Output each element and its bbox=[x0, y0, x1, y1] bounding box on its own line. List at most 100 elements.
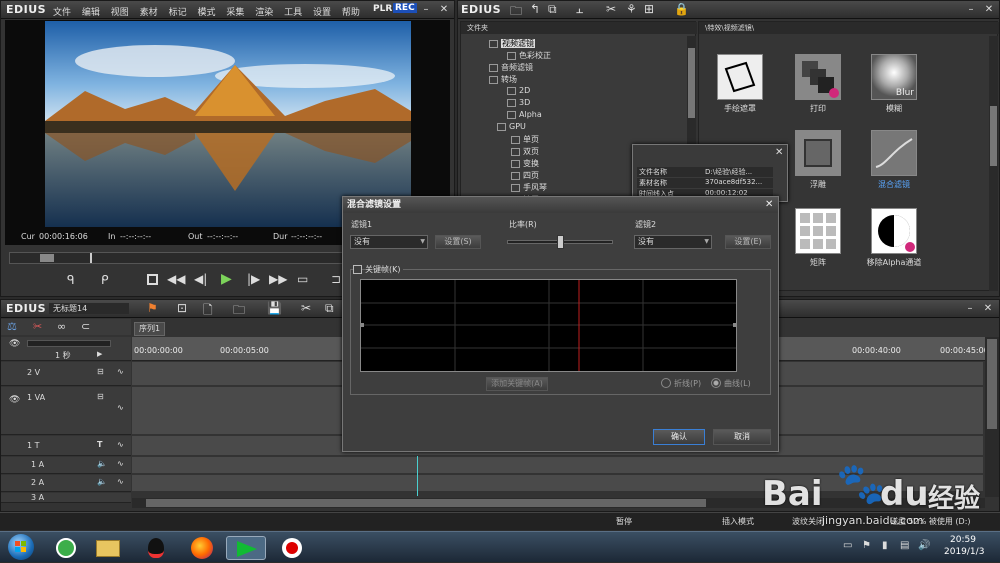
track-header-1t[interactable]: 1 T T ∿ bbox=[1, 436, 131, 456]
taskbar-firefox-icon[interactable] bbox=[182, 536, 222, 560]
tree-scroll-thumb[interactable] bbox=[688, 48, 695, 118]
menu-mode[interactable]: 模式 bbox=[197, 8, 215, 18]
filter2-select[interactable]: 没有 bbox=[634, 235, 712, 249]
wave-icon[interactable]: ∿ bbox=[117, 440, 124, 449]
timeline-vscroll-thumb[interactable] bbox=[987, 339, 997, 429]
timeline-minimize-icon[interactable]: – bbox=[963, 302, 977, 315]
folder-icon[interactable]: 🗀 bbox=[510, 2, 522, 23]
playhead-line[interactable] bbox=[417, 456, 418, 496]
speaker-icon[interactable]: 🔈 bbox=[97, 459, 107, 468]
tree-item-single-page[interactable]: 单页 bbox=[511, 134, 539, 145]
polyline-radio-icon[interactable] bbox=[661, 378, 671, 388]
tree-item-color-correct[interactable]: 色彩校正 bbox=[507, 50, 551, 61]
effect-hand-mask[interactable]: 手绘遮罩 bbox=[705, 54, 775, 114]
effect-print[interactable]: 打印 bbox=[783, 54, 853, 114]
keyframe-graph[interactable] bbox=[360, 279, 737, 372]
rec-button[interactable]: REC bbox=[393, 3, 417, 13]
status-insert-mode[interactable]: 插入模式 bbox=[722, 516, 754, 527]
scale-value[interactable]: 1 秒 bbox=[55, 350, 71, 361]
cut-icon[interactable]: ✂ bbox=[301, 301, 311, 315]
timeline-add-icon[interactable]: ⫠ bbox=[576, 2, 583, 17]
tray-flag-icon[interactable]: ⚑ bbox=[862, 540, 871, 551]
curve-label[interactable]: 曲线(L) bbox=[724, 378, 751, 389]
overwrite-icon[interactable]: ⊐ bbox=[331, 272, 341, 286]
ok-button[interactable]: 确认 bbox=[653, 429, 705, 445]
tray-network-icon[interactable]: ▭ bbox=[843, 540, 852, 551]
tray-volume-icon[interactable]: 🔊 bbox=[918, 540, 930, 551]
menu-file[interactable]: 文件 bbox=[53, 8, 71, 18]
ripple-icon[interactable]: ⚖ bbox=[7, 320, 17, 333]
menu-clip[interactable]: 素材 bbox=[140, 8, 158, 18]
new-file-icon[interactable]: 🗋 bbox=[203, 301, 213, 322]
timeline-close-icon[interactable]: ✕ bbox=[981, 302, 995, 315]
menu-settings[interactable]: 设置 bbox=[313, 8, 331, 18]
add-keyframe-button[interactable]: 添加关键帧(A) bbox=[486, 377, 548, 391]
tree-item-transitions[interactable]: 转场 bbox=[489, 74, 517, 85]
track-header-1a[interactable]: 1 A 🔈 ∿ bbox=[1, 457, 131, 474]
curve-radio-icon[interactable] bbox=[711, 378, 721, 388]
menu-marker[interactable]: 标记 bbox=[169, 8, 187, 18]
timeline-scroll-thumb[interactable] bbox=[146, 499, 706, 507]
open-icon[interactable]: 🗀 bbox=[233, 301, 245, 322]
taskbar-record-icon[interactable] bbox=[272, 536, 312, 560]
mark-out-icon[interactable]: ᑭ bbox=[101, 273, 109, 287]
tree-item-2d[interactable]: 2D bbox=[507, 86, 530, 95]
effects-scrollbar[interactable] bbox=[989, 36, 998, 291]
taskbar-qq-icon[interactable] bbox=[136, 536, 176, 560]
link-icon[interactable]: ∞ bbox=[57, 320, 66, 333]
ratio-slider-handle[interactable] bbox=[556, 235, 564, 249]
step-forward-icon[interactable]: |▶ bbox=[247, 272, 260, 286]
step-back-icon[interactable]: ◀| bbox=[194, 272, 207, 286]
wave-icon[interactable]: ∿ bbox=[117, 367, 124, 376]
scrubber-handle[interactable] bbox=[40, 254, 54, 262]
tree-item-gpu[interactable]: GPU bbox=[497, 122, 526, 131]
clock-date[interactable]: 2019/1/3 bbox=[944, 547, 984, 557]
track-header-2v[interactable]: 2 V ⊟ ∿ bbox=[1, 362, 131, 386]
info-close-icon[interactable]: ✕ bbox=[775, 147, 783, 158]
clock-time[interactable]: 20:59 bbox=[950, 535, 976, 545]
scale-dropdown-icon[interactable]: ▶ bbox=[97, 350, 102, 358]
dialog-close-icon[interactable]: ✕ bbox=[765, 199, 773, 210]
wave-icon[interactable]: ∿ bbox=[117, 403, 124, 412]
ratio-slider[interactable] bbox=[507, 235, 613, 249]
library-close-icon[interactable]: ✕ bbox=[982, 3, 996, 16]
group-icon[interactable]: ⊂ bbox=[81, 320, 90, 333]
stop-icon[interactable] bbox=[147, 274, 158, 285]
wave-icon[interactable]: ∿ bbox=[117, 459, 124, 468]
close-icon[interactable]: ✕ bbox=[437, 3, 451, 16]
filter2-settings-button[interactable]: 设置(E) bbox=[725, 235, 771, 249]
tree-item-four-page[interactable]: 四页 bbox=[511, 170, 539, 181]
minimize-icon[interactable]: – bbox=[419, 3, 433, 16]
tree-item-3d[interactable]: 3D bbox=[507, 98, 530, 107]
view-icon[interactable]: ⊞ bbox=[644, 2, 654, 16]
fast-forward-icon[interactable]: ▶▶ bbox=[269, 272, 287, 286]
keyframe-label[interactable]: 关键帧(K) bbox=[365, 264, 403, 275]
effect-blur[interactable]: Blur 模糊 bbox=[859, 54, 929, 114]
menu-edit[interactable]: 编辑 bbox=[82, 8, 100, 18]
menu-view[interactable]: 视图 bbox=[111, 8, 129, 18]
tray-battery-icon[interactable]: ▮ bbox=[882, 540, 888, 551]
sequence-tab[interactable]: 序列1 bbox=[134, 322, 166, 336]
lock-icon[interactable]: 🔒 bbox=[674, 2, 689, 16]
tree-item-audio-filters[interactable]: 音频滤镜 bbox=[489, 62, 533, 73]
cancel-button[interactable]: 取消 bbox=[713, 429, 771, 445]
effects-scroll-thumb[interactable] bbox=[990, 106, 997, 166]
track-header-3a[interactable]: 3 A bbox=[1, 493, 131, 503]
rewind-icon[interactable]: ◀◀ bbox=[167, 272, 185, 286]
tree-item-video-filters[interactable]: 视频滤镜 bbox=[489, 38, 535, 49]
library-minimize-icon[interactable]: – bbox=[964, 3, 978, 16]
add-clip-icon[interactable]: ⧉ bbox=[548, 2, 557, 17]
menu-help[interactable]: 帮助 bbox=[342, 8, 360, 18]
effect-emboss[interactable]: 浮雕 bbox=[783, 130, 853, 190]
delete-icon[interactable]: ✂ bbox=[606, 2, 616, 16]
wave-icon[interactable]: ∿ bbox=[117, 477, 124, 486]
taskbar-edius-icon[interactable] bbox=[226, 536, 266, 560]
tree-item-double-page[interactable]: 双页 bbox=[511, 146, 539, 157]
menu-capture[interactable]: 采集 bbox=[226, 8, 244, 18]
track-header-2a[interactable]: 2 A 🔈 ∿ bbox=[1, 475, 131, 492]
copy-icon[interactable]: ⧉ bbox=[325, 301, 334, 316]
tree-item-alpha[interactable]: Alpha bbox=[507, 110, 542, 119]
mark-in-icon[interactable]: ᑫ bbox=[67, 273, 75, 287]
speaker-icon[interactable]: 🔈 bbox=[97, 477, 107, 486]
save-icon[interactable]: 💾 bbox=[267, 301, 282, 315]
